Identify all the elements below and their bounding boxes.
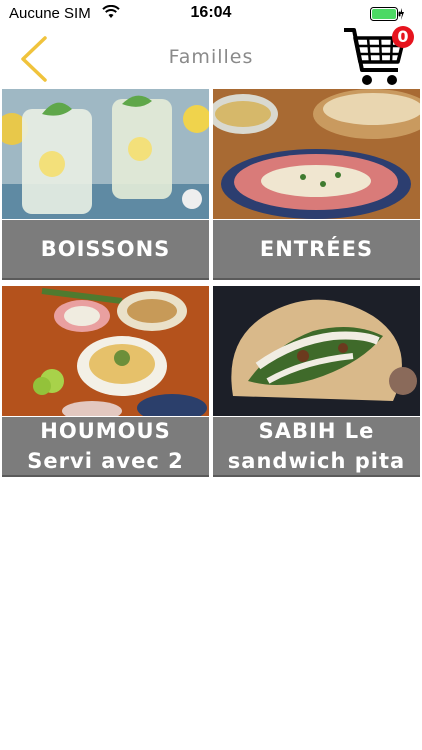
family-tile-boissons[interactable]: BOISSONS <box>2 89 209 280</box>
tile-divider <box>213 278 420 280</box>
family-tile-sabih[interactable]: SABIH Le sandwich pita <box>213 286 420 477</box>
tile-divider <box>2 475 209 477</box>
houmous-photo <box>2 286 209 416</box>
sabih-photo <box>213 286 420 416</box>
tile-divider <box>2 278 209 280</box>
family-label: SABIH Le sandwich pita <box>213 417 420 475</box>
family-label: BOISSONS <box>2 220 209 278</box>
status-bar: Aucune SIM 16:04 <box>0 0 422 28</box>
battery-icon <box>370 7 404 21</box>
navigation-bar: Familles 0 <box>0 26 422 88</box>
lemonade-photo <box>2 89 209 219</box>
starters-photo <box>213 89 420 219</box>
family-tile-houmous[interactable]: HOUMOUS Servi avec 2 <box>2 286 209 477</box>
family-label: ENTRÉES <box>213 220 420 278</box>
cart-button[interactable]: 0 <box>342 26 414 88</box>
family-tile-entrees[interactable]: ENTRÉES <box>213 89 420 280</box>
clock: 16:04 <box>190 4 232 21</box>
cart-count-badge: 0 <box>392 26 414 48</box>
tile-divider <box>213 475 420 477</box>
family-label: HOUMOUS Servi avec 2 <box>2 417 209 475</box>
